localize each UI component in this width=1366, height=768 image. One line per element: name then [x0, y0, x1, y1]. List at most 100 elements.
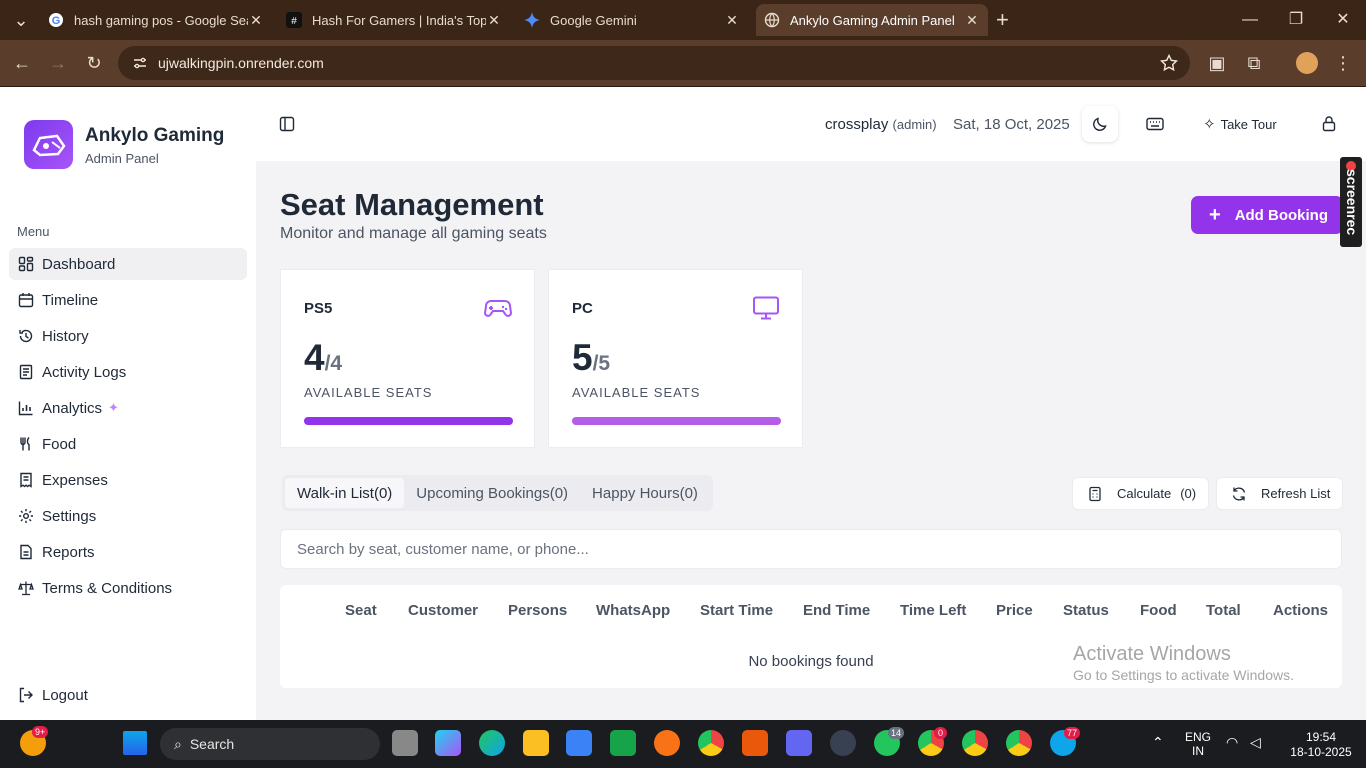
excel-icon[interactable] [610, 730, 636, 756]
theme-toggle-button[interactable] [1082, 106, 1118, 142]
page-subtitle: Monitor and manage all gaming seats [280, 225, 547, 242]
bookmark-star-icon[interactable] [1160, 54, 1178, 72]
tab-label: Hash For Gamers | India's Top G [312, 12, 486, 28]
list-icon [19, 364, 33, 380]
column-header-food[interactable]: Food [1140, 602, 1177, 619]
powerpoint-icon[interactable] [742, 730, 768, 756]
close-icon[interactable]: ✕ [964, 12, 980, 28]
page-title: Seat Management [280, 187, 544, 222]
chrome-icon[interactable] [698, 730, 724, 756]
task-view-icon[interactable] [392, 730, 418, 756]
sidebar-item-settings[interactable]: Settings [9, 500, 247, 532]
sidebar-item-label: Analytics [42, 399, 103, 417]
more-menu-icon[interactable]: ⋮ [1332, 52, 1354, 74]
minimize-button[interactable]: — [1238, 8, 1262, 32]
file-explorer-icon[interactable] [523, 730, 549, 756]
search-icon: ⌕ [174, 735, 182, 752]
wifi-icon[interactable]: ◠ [1226, 734, 1238, 751]
current-date: Sat, 18 Oct, 2025 [953, 116, 1070, 133]
sidebar-item-terms[interactable]: Terms & Conditions [9, 572, 247, 604]
add-booking-button[interactable]: + Add Booking [1191, 196, 1343, 234]
sidebar-item-dashboard[interactable]: Dashboard [9, 248, 247, 280]
column-header-total[interactable]: Total [1206, 602, 1241, 619]
speedometer-icon[interactable] [830, 730, 856, 756]
edge-icon[interactable] [479, 730, 505, 756]
sparkles-icon: ✧ [1203, 116, 1216, 133]
sidebar-item-timeline[interactable]: Timeline [9, 284, 247, 316]
take-tour-button[interactable]: ✧ Take Tour [1203, 115, 1277, 133]
restore-button[interactable]: ❐ [1284, 8, 1308, 32]
column-header-status[interactable]: Status [1063, 602, 1109, 619]
availability-fill [304, 417, 513, 425]
column-header-price[interactable]: Price [996, 602, 1033, 619]
tab-walk-in-list[interactable]: Walk-in List(0) [285, 478, 405, 508]
close-icon[interactable]: ✕ [248, 12, 264, 28]
column-header-start-time[interactable]: Start Time [700, 602, 773, 619]
calculate-button[interactable]: Calculate (0) [1072, 477, 1209, 510]
sidebar-item-activity-logs[interactable]: Activity Logs [9, 356, 247, 388]
document-icon [20, 544, 32, 560]
taskbar-search[interactable]: ⌕ Search [160, 728, 380, 760]
history-icon [19, 329, 33, 343]
keyboard-icon[interactable] [1146, 116, 1164, 132]
browser-tab-1[interactable]: G hash gaming pos - Google Sear ✕ [40, 4, 272, 36]
extension-icon[interactable]: ▣ [1206, 52, 1228, 74]
back-button[interactable]: ← [11, 52, 33, 74]
lock-icon[interactable] [1321, 115, 1337, 132]
logout-button[interactable]: Logout [9, 679, 247, 711]
tab-search-icon[interactable]: ⌄ [10, 9, 32, 31]
clock[interactable]: 19:54 18-10-2025 [1286, 730, 1356, 760]
copilot-icon[interactable] [435, 730, 461, 756]
address-bar[interactable]: ujwalkingpin.onrender.com [118, 46, 1190, 80]
column-header-persons[interactable]: Persons [508, 602, 567, 619]
sidebar-item-history[interactable]: History [9, 320, 247, 352]
seat-type: PS5 [304, 300, 333, 317]
windows-start-icon[interactable] [123, 731, 147, 755]
tab-happy-hours[interactable]: Happy Hours(0) [580, 478, 710, 508]
taskbar-search-label: Search [189, 736, 235, 752]
column-header-customer[interactable]: Customer [408, 602, 478, 619]
browser-tab-4[interactable]: Ankylo Gaming Admin Panel ✕ [756, 4, 988, 36]
seat-type: PC [572, 300, 593, 317]
volume-icon[interactable]: ◁ [1250, 734, 1261, 751]
profile-avatar[interactable] [1296, 52, 1318, 74]
refresh-icon [1232, 486, 1246, 501]
tab-upcoming-bookings[interactable]: Upcoming Bookings(0) [404, 478, 580, 508]
browser-tab-3[interactable]: Google Gemini ✕ [516, 4, 748, 36]
sidebar-item-reports[interactable]: Reports [9, 536, 247, 568]
site-settings-icon[interactable] [132, 55, 148, 71]
sidebar-item-label: Terms & Conditions [42, 579, 173, 597]
column-header-end-time[interactable]: End Time [803, 602, 870, 619]
column-header-whatsapp[interactable]: WhatsApp [596, 602, 670, 619]
calendar-icon [18, 293, 34, 308]
sidebar-item-analytics[interactable]: Analytics ✦ [9, 392, 247, 424]
search-input[interactable] [297, 540, 1341, 558]
sidebar-toggle-icon[interactable] [279, 116, 295, 132]
column-header-seat[interactable]: Seat [345, 602, 377, 619]
column-header-actions[interactable]: Actions [1273, 602, 1328, 619]
reload-button[interactable]: ↻ [83, 52, 105, 74]
chrome-secondary-icon[interactable] [1006, 730, 1032, 756]
forward-button[interactable]: → [47, 52, 69, 74]
close-icon[interactable]: ✕ [486, 12, 502, 28]
booking-tabs: Walk-in List(0) Upcoming Bookings(0) Hap… [282, 475, 713, 511]
teams-icon[interactable] [786, 730, 812, 756]
store-icon[interactable] [566, 730, 592, 756]
refresh-list-button[interactable]: Refresh List [1216, 477, 1343, 510]
new-tab-button[interactable]: + [996, 9, 1009, 31]
chevron-up-icon[interactable]: ⌃ [1152, 734, 1164, 751]
browser-tab-2[interactable]: # Hash For Gamers | India's Top G ✕ [278, 4, 510, 36]
firefox-icon[interactable] [654, 730, 680, 756]
sidebar-item-expenses[interactable]: Expenses [9, 464, 247, 496]
sidebar-item-food[interactable]: Food [9, 428, 247, 460]
puzzle-icon[interactable]: ⧉ [1243, 52, 1265, 74]
chrome-active-icon[interactable] [962, 730, 988, 756]
activate-windows-title: Activate Windows [1073, 643, 1231, 665]
language-indicator[interactable]: ENG IN [1180, 730, 1216, 758]
availability-bar [304, 417, 513, 425]
screenrec-widget[interactable]: screenrec [1340, 157, 1362, 247]
close-window-button[interactable]: ✕ [1331, 8, 1355, 32]
close-icon[interactable]: ✕ [724, 12, 740, 28]
column-header-time-left[interactable]: Time Left [900, 602, 966, 619]
svg-text:#: # [291, 16, 297, 27]
